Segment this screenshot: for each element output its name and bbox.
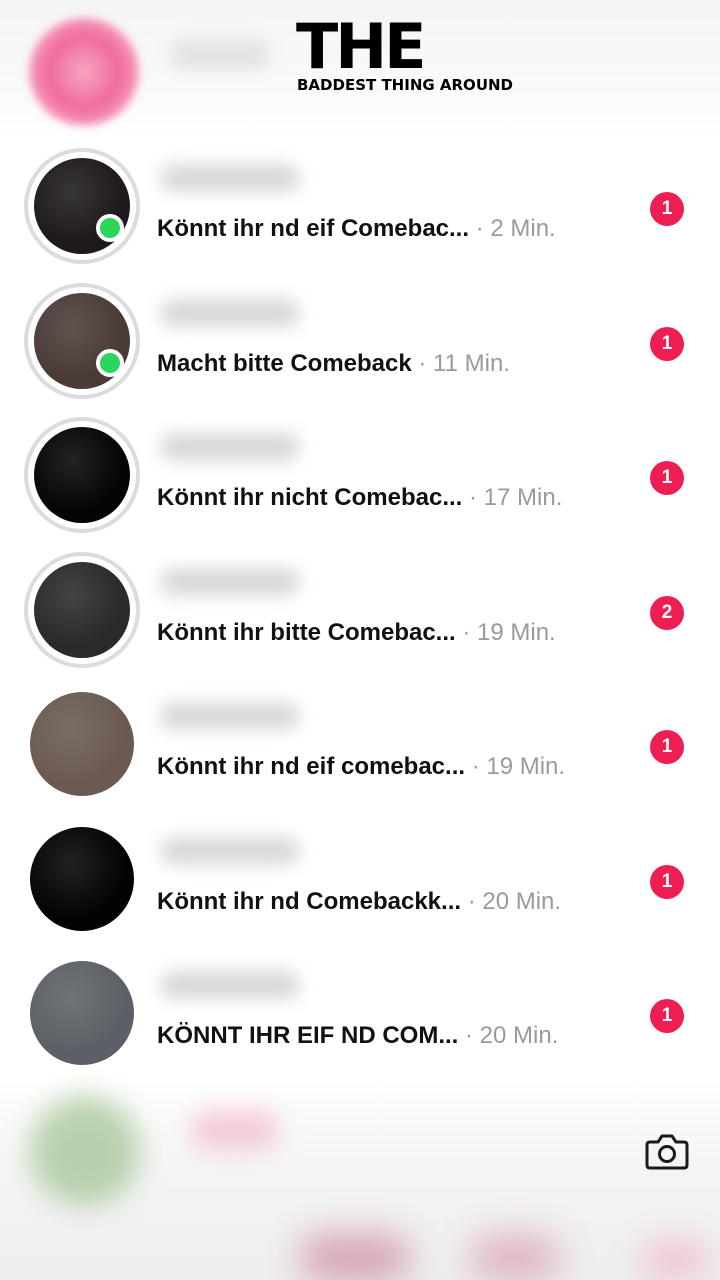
camera-icon [645, 1134, 689, 1170]
unread-badge: 1 [650, 999, 684, 1033]
story-ring[interactable] [24, 551, 140, 668]
message-preview: Macht bitte Comeback · 11 Min. [157, 349, 610, 379]
blurred-avatar [28, 18, 140, 126]
unread-badge: 1 [650, 326, 684, 361]
message-text: Könnt ihr nd eif Comebac... [157, 215, 470, 242]
message-preview: Könnt ihr nd Comebackk... · 20 Min. [157, 887, 610, 917]
chat-row[interactable]: Könnt ihr nd eif comebac... · 19 Min. 1 [0, 678, 720, 813]
chat-row[interactable]: Macht bitte Comeback · 11 Min. 1 [0, 275, 720, 410]
message-text: Könnt ihr nd Comebackk... [157, 887, 462, 915]
online-status-dot [96, 348, 124, 377]
message-preview: KÖNNT IHR EIF ND COM... · 20 Min. [157, 1021, 610, 1051]
overlay-subtitle: BADDEST THING AROUND [297, 76, 513, 94]
avatar [34, 561, 130, 658]
avatar [34, 427, 130, 523]
message-time: · 2 Min. [475, 215, 556, 242]
blurred-name [160, 836, 300, 865]
blurred-nav [300, 1235, 410, 1280]
chat-row[interactable]: Könnt ihr nicht Comebac... · 17 Min. 1 [0, 409, 720, 544]
blurred-name [160, 702, 300, 730]
unread-badge: 1 [650, 730, 684, 764]
message-preview: Könnt ihr bitte Comebac... · 19 Min. [157, 618, 610, 648]
blurred-name [160, 971, 300, 999]
story-ring[interactable] [24, 282, 140, 399]
message-text: Macht bitte Comeback [157, 349, 412, 377]
blurred-avatar [30, 1096, 140, 1206]
chat-row[interactable]: Könnt ihr bitte Comebac... · 19 Min. 2 [0, 544, 720, 679]
blurred-nav [640, 1240, 710, 1280]
message-time: · 19 Min. [471, 753, 566, 780]
chat-row[interactable]: KÖNNT IHR EIF ND COM... · 20 Min. 1 [0, 947, 720, 1082]
message-time: · 20 Min. [465, 1022, 559, 1049]
avatar-frame[interactable] [24, 686, 140, 802]
blurred-name [160, 298, 300, 327]
overlay-title: THE [296, 10, 427, 83]
unread-badge: 2 [650, 595, 684, 630]
chat-list: Könnt ihr nd eif Comebac... · 2 Min. 1 Mac… [0, 140, 720, 1082]
message-time: · 20 Min. [467, 887, 562, 915]
blurred-name [160, 433, 300, 461]
message-preview: Könnt ihr nd eif Comebac... · 2 Min. [157, 214, 610, 244]
blurred-name [190, 1110, 280, 1150]
message-time: · 17 Min. [469, 484, 563, 511]
message-time: · 19 Min. [462, 618, 556, 646]
blurred-name [160, 164, 300, 192]
message-text: Könnt ihr bitte Comebac... [157, 618, 456, 646]
chat-row[interactable]: Könnt ihr nd eif Comebac... · 2 Min. 1 [0, 140, 720, 275]
avatar [30, 826, 134, 931]
online-status-dot [96, 214, 124, 242]
avatar-frame[interactable] [24, 955, 140, 1071]
blurred-nav [470, 1235, 560, 1280]
message-preview: Könnt ihr nicht Comebac... · 17 Min. [157, 483, 610, 513]
avatar [30, 692, 134, 796]
story-ring[interactable] [24, 417, 140, 533]
message-time: · 11 Min. [418, 349, 510, 377]
unread-badge: 1 [650, 461, 684, 495]
avatar-frame[interactable] [24, 821, 140, 937]
camera-button[interactable] [644, 1128, 690, 1174]
blurred-name [170, 40, 270, 70]
message-text: Könnt ihr nicht Comebac... [157, 484, 463, 511]
avatar [30, 961, 134, 1065]
blurred-name [160, 567, 300, 596]
chat-row[interactable]: Könnt ihr nd Comebackk... · 20 Min. 1 [0, 813, 720, 948]
unread-badge: 1 [650, 864, 684, 899]
message-text: KÖNNT IHR EIF ND COM... [157, 1022, 459, 1049]
message-text: Könnt ihr nd eif comebac... [157, 753, 466, 780]
story-ring[interactable] [24, 148, 140, 264]
message-preview: Könnt ihr nd eif comebac... · 19 Min. [157, 752, 610, 782]
unread-badge: 1 [650, 192, 684, 226]
